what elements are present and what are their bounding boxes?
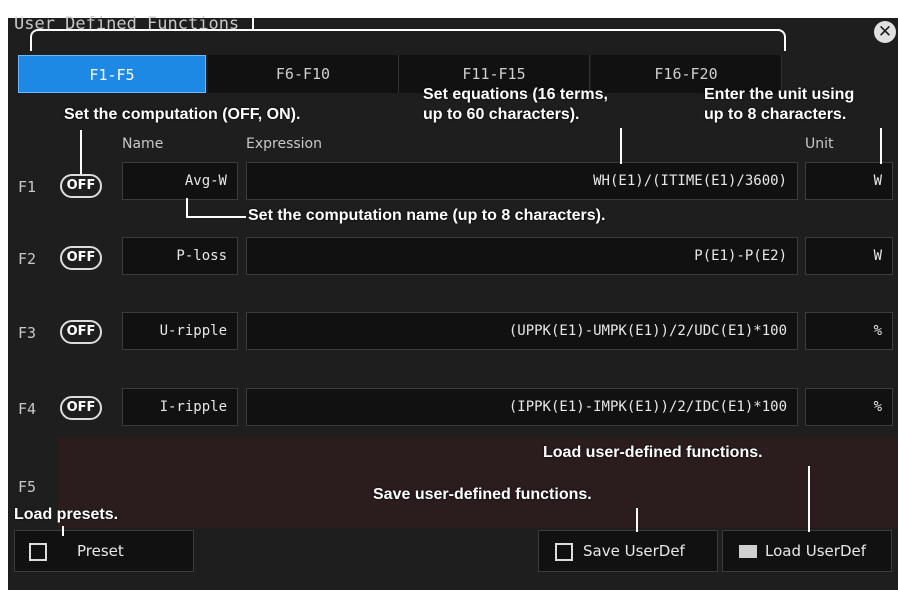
expression-field-f2[interactable]: P(E1)-P(E2) [246,237,798,275]
annotation-line-load-udf [808,466,810,532]
annotation-line-save-udf [636,508,638,532]
row-label-f3: F3 [18,324,37,342]
preset-button-label: Preset [77,542,124,560]
column-unit: Unit [805,136,834,152]
unit-field-f1[interactable]: W [805,162,893,200]
annotation-line-name-v [186,198,188,218]
annotation-computation: Set the computation (OFF, ON). [64,106,301,123]
unit-field-f2[interactable]: W [805,237,893,275]
annotation-line-name-h [186,216,246,218]
annotation-name: Set the computation name (up to 8 charac… [248,207,606,224]
tabs-brace [30,29,786,51]
save-button-label: Save UserDef [583,542,685,560]
load-button-label: Load UserDef [765,542,867,560]
annotation-line-load-presets [62,526,64,536]
toggle-f1[interactable]: OFF [60,174,102,198]
external-link-icon [29,542,47,561]
close-icon[interactable]: ✕ [874,21,896,43]
toggle-f4[interactable]: OFF [60,396,102,420]
annotation-load-presets: Load presets. [14,506,119,523]
annotation-line-unit [880,128,882,164]
toggle-f3[interactable]: OFF [60,320,102,344]
brace-pointer [252,0,254,30]
row-label-f1: F1 [18,178,37,196]
tab-f6-f10[interactable]: F6-F10 [208,55,399,93]
unit-field-f3[interactable]: % [805,312,893,350]
save-userdef-button[interactable]: Save UserDef [538,530,718,572]
annotation-unit-line1: Enter the unit using [704,86,855,103]
expression-field-f1[interactable]: WH(E1)/(ITIME(E1)/3600) [246,162,798,200]
annotation-load-udf: Load user-defined functions. [543,444,763,461]
name-field-f3[interactable]: U-ripple [122,312,238,350]
annotation-line-computation [80,130,82,174]
annotation-unit-line2: up to 8 characters. [704,106,847,123]
name-field-f2[interactable]: P-loss [122,237,238,275]
annotation-equations-line1: Set equations (16 terms, [423,86,608,103]
row-label-f5: F5 [18,478,37,496]
preset-button[interactable]: Preset [14,530,194,572]
toggle-f2[interactable]: OFF [60,246,102,270]
external-link-icon [555,542,573,561]
row-label-f4: F4 [18,400,37,418]
column-expression: Expression [246,136,322,152]
expression-field-f3[interactable]: (UPPK(E1)-UMPK(E1))/2/UDC(E1)*100 [246,312,798,350]
annotation-line-equations [620,128,622,164]
tab-f1-f5[interactable]: F1-F5 [18,55,206,93]
annotation-equations-line2: up to 60 characters). [423,106,580,123]
load-userdef-button[interactable]: Load UserDef [722,530,892,572]
row-label-f2: F2 [18,250,37,268]
row-f5-band [58,438,898,528]
annotation-save-udf: Save user-defined functions. [373,486,592,503]
folder-icon [739,545,757,558]
name-field-f1[interactable]: Avg-W [122,162,238,200]
column-name: Name [122,136,164,152]
unit-field-f4[interactable]: % [805,388,893,426]
name-field-f4[interactable]: I-ripple [122,388,238,426]
expression-field-f4[interactable]: (IPPK(E1)-IMPK(E1))/2/IDC(E1)*100 [246,388,798,426]
